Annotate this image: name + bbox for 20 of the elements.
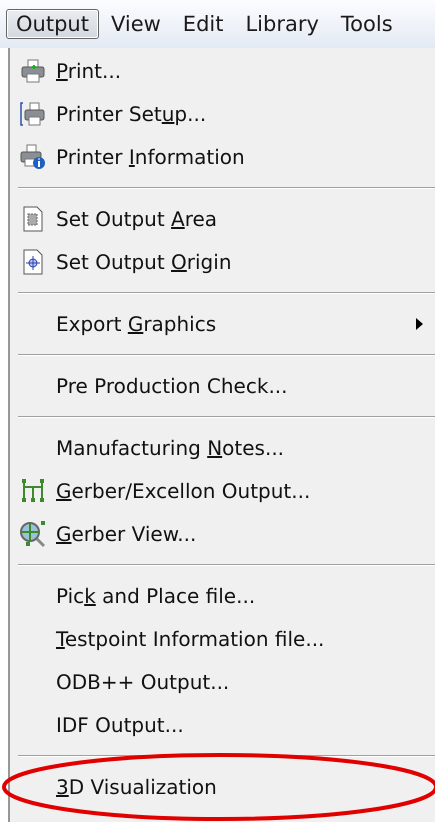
menu-item[interactable]: 3D Visualization	[56, 774, 217, 798]
menu-item[interactable]: Gerber View...	[56, 522, 196, 546]
menu-bar-item[interactable]: Edit	[172, 9, 234, 39]
menu-item[interactable]: Print...	[56, 58, 122, 82]
menu-item[interactable]: Printer Setup...	[56, 102, 206, 126]
menu-item[interactable]: Manufacturing Notes...	[56, 436, 284, 460]
menu-item[interactable]: Pick and Place file...	[56, 584, 256, 608]
menu-item[interactable]: Testpoint Information file...	[56, 626, 324, 650]
menu-item[interactable]: Gerber/Excellon Output...	[56, 478, 310, 502]
menu-bar-item[interactable]: Tools	[330, 9, 403, 39]
menu-item[interactable]: Pre Production Check...	[56, 374, 288, 398]
menu-bar-item[interactable]: View	[100, 9, 171, 39]
menu-bar-item[interactable]: Library	[235, 9, 329, 39]
menu-bar-item[interactable]: Output	[6, 9, 99, 39]
menu-item[interactable]: Set Output Origin	[56, 250, 232, 274]
menu-item[interactable]: Printer Information	[56, 144, 245, 168]
menu-item[interactable]: Set Output Area	[56, 206, 218, 230]
menu-item[interactable]: Export Graphics	[56, 312, 216, 336]
menu-item[interactable]: IDF Output...	[56, 712, 184, 736]
menu-item[interactable]: ODB++ Output...	[56, 670, 230, 694]
